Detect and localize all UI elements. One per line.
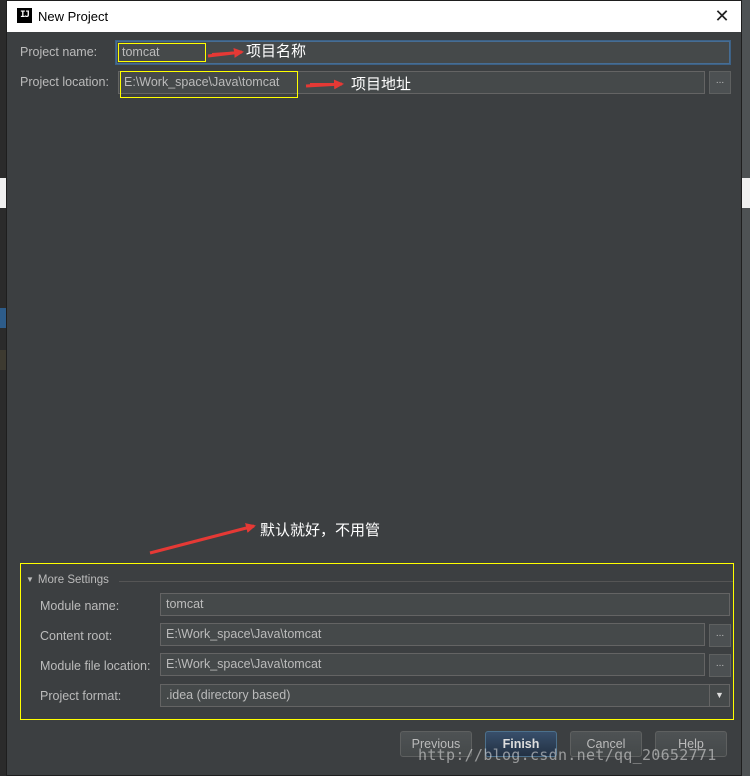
module-file-location-label: Module file location: (40, 659, 151, 673)
module-file-location-browse-button[interactable]: ... (709, 654, 731, 677)
module-name-input[interactable]: tomcat (160, 593, 730, 616)
more-settings-divider (119, 581, 733, 582)
project-format-label: Project format: (40, 689, 122, 703)
new-project-dialog: IJ New Project ✕ Project name: tomcat Pr… (6, 0, 742, 776)
dialog-title: New Project (38, 9, 109, 24)
project-format-select[interactable]: .idea (directory based) ▼ (160, 684, 730, 707)
close-icon[interactable]: ✕ (711, 5, 733, 27)
project-name-input[interactable]: tomcat (116, 41, 730, 64)
module-file-location-input[interactable]: E:\Work_space\Java\tomcat (160, 653, 705, 676)
dialog-titlebar: IJ New Project ✕ (7, 1, 741, 32)
more-settings-title: More Settings (37, 574, 109, 586)
project-location-value: E:\Work_space\Java\tomcat (124, 75, 280, 89)
more-settings-toggle[interactable]: ▼ More Settings (26, 574, 109, 586)
collapse-triangle-icon: ▼ (26, 575, 34, 584)
intellij-app-icon: IJ (17, 8, 32, 23)
project-format-value: .idea (directory based) (166, 688, 291, 702)
project-location-browse-button[interactable]: ... (709, 71, 731, 94)
project-name-label: Project name: (20, 45, 98, 59)
project-location-label: Project location: (20, 75, 109, 89)
content-root-label: Content root: (40, 629, 113, 643)
project-location-input[interactable]: E:\Work_space\Java\tomcat (118, 71, 705, 94)
content-root-input[interactable]: E:\Work_space\Java\tomcat (160, 623, 705, 646)
module-name-value: tomcat (166, 597, 204, 611)
project-name-value: tomcat (122, 45, 160, 59)
name-annotation: 项目名称 (246, 42, 307, 60)
settings-annotation: 默认就好，不用管 (260, 521, 381, 539)
content-root-value: E:\Work_space\Java\tomcat (166, 627, 322, 641)
module-file-location-value: E:\Work_space\Java\tomcat (166, 657, 322, 671)
location-annotation: 项目地址 (351, 75, 412, 93)
module-name-label: Module name: (40, 599, 120, 613)
dropdown-arrow-icon: ▼ (709, 685, 729, 706)
watermark: http://blog.csdn.net/qq_20652771 (418, 746, 717, 764)
content-root-browse-button[interactable]: ... (709, 624, 731, 647)
